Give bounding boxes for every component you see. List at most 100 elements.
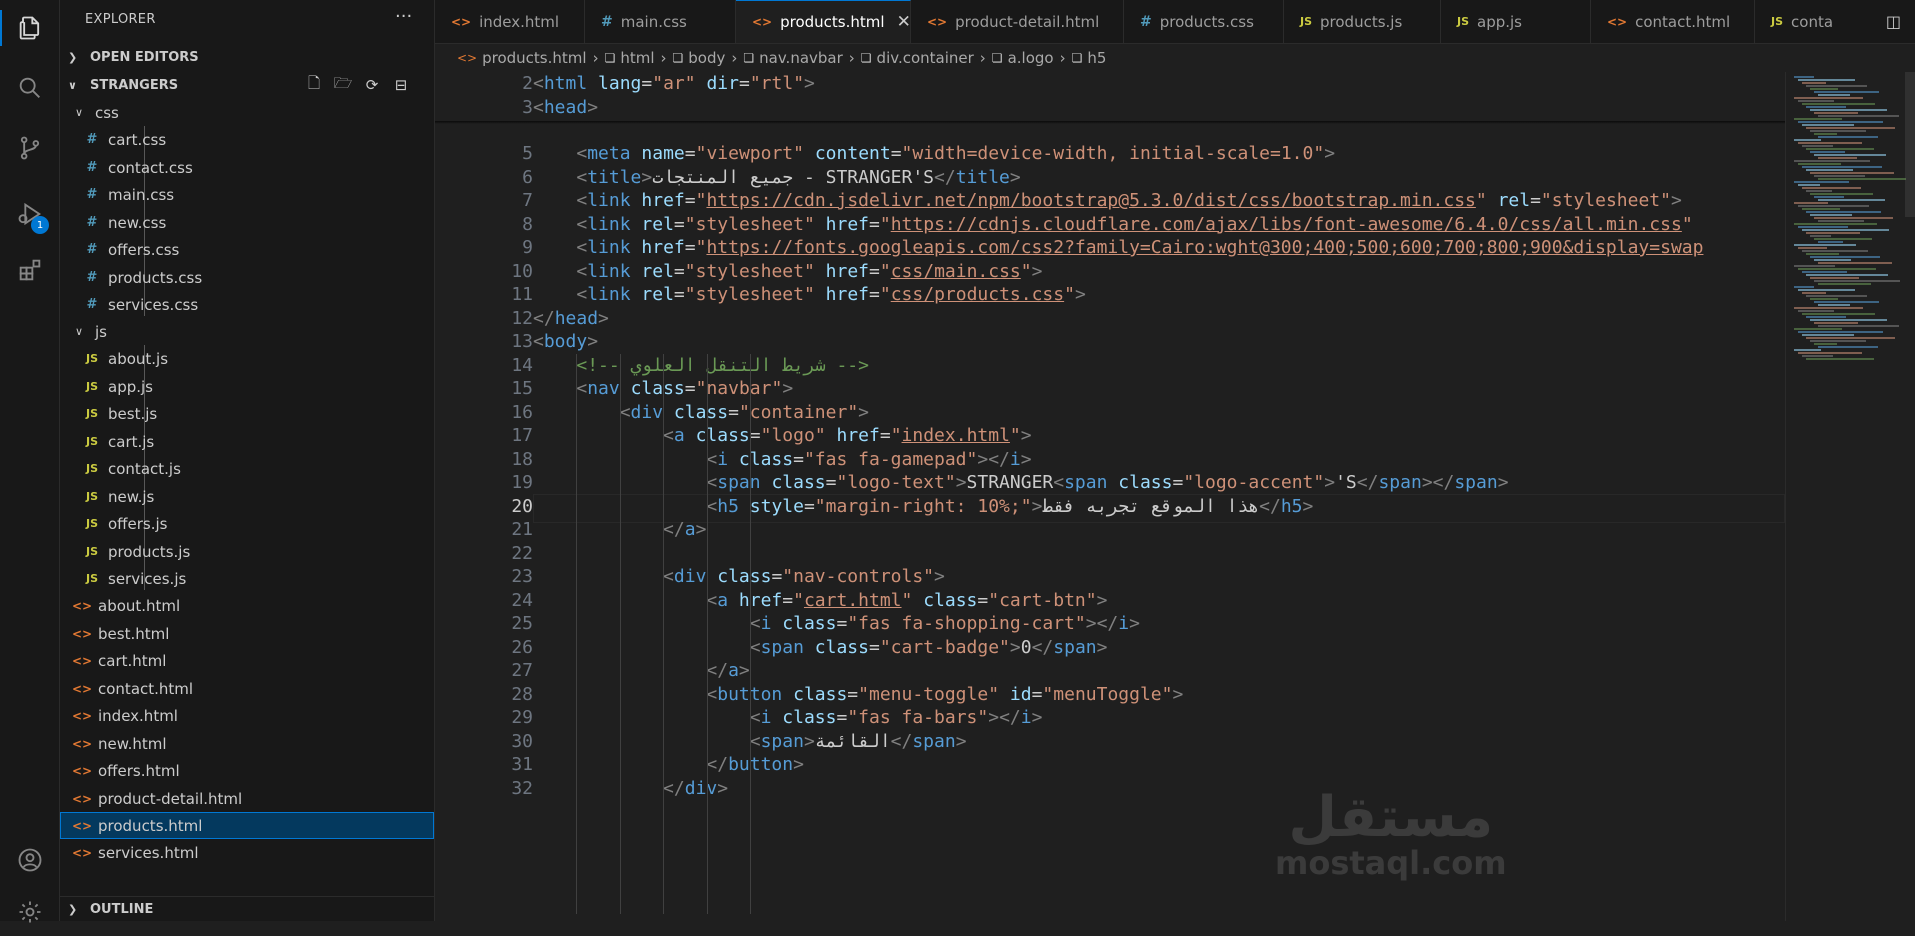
code-line[interactable]: 5 <meta name="viewport" content="width=d… [435,142,1785,166]
file-item-selected[interactable]: <> products.html [60,812,434,839]
file-item[interactable]: <> product-detail.html [60,785,434,812]
file-item[interactable]: JS contact.js [60,455,434,482]
split-editor-icon[interactable]: ◫ [1851,0,1901,43]
code-line[interactable]: 11 <link rel="stylesheet" href="css/prod… [435,283,1785,307]
file-item[interactable]: <> best.html [60,620,434,647]
open-editors-section[interactable]: ❯ OPEN EDITORS [60,45,434,69]
code-line[interactable]: 31 </button> [435,753,1785,777]
new-file-icon[interactable]: 🗋 [305,74,323,94]
code-line[interactable]: 24 <a href="cart.html" class="cart-btn"> [435,589,1785,613]
breadcrumb-item[interactable]: nav.navbar [759,49,843,67]
code-line[interactable]: 12 </head> [435,307,1785,331]
code-line[interactable]: 16 <div class="container"> [435,401,1785,425]
file-item[interactable]: # main.css [60,181,434,208]
code-line[interactable]: 22 [435,542,1785,566]
breadcrumb: <> products.html › ❏ html › ❏ body › ❏ nav.n… [435,44,1915,71]
tab-main-css[interactable]: # main.css [585,0,736,43]
minimap-line [1794,349,1821,351]
code-line[interactable]: 27 </a> [435,659,1785,683]
file-label: new.html [98,734,167,753]
breadcrumb-item[interactable]: h5 [1087,49,1106,67]
code-line[interactable]: 7 <link href="https://cdn.jsdelivr.net/n… [435,189,1785,213]
code-line[interactable]: 19 <span class="logo-text">STRANGER<span… [435,471,1785,495]
tab-app-js[interactable]: JS app.js [1441,0,1591,43]
tab-index-html[interactable]: <> index.html [435,0,585,43]
more-actions-icon[interactable]: ··· [395,6,412,27]
file-item[interactable]: JS services.js [60,565,434,592]
code-line[interactable]: 15 <nav class="navbar"> [435,377,1785,401]
tab-contact-js[interactable]: JS conta [1755,0,1865,43]
breadcrumb-item[interactable]: products.html [482,49,586,67]
breadcrumb-item[interactable]: html [620,49,654,67]
code-line[interactable]: 30 <span>القائمة</span> [435,730,1785,754]
collapse-all-icon[interactable]: ⊟ [392,76,410,94]
file-item[interactable]: # cart.css [60,126,434,153]
source-control-icon[interactable] [0,124,59,172]
code-line[interactable]: 23 <div class="nav-controls"> [435,565,1785,589]
file-label: cart.css [108,130,167,149]
code-editor[interactable]: 2 <html lang="ar" dir="rtl"> 3 <head> 5 <met… [435,72,1785,921]
code-line[interactable]: 18 <i class="fas fa-gamepad"></i> [435,448,1785,472]
file-item[interactable]: # services.css [60,291,434,318]
scrollbar-thumb[interactable] [1905,72,1915,217]
file-item[interactable]: JS new.js [60,483,434,510]
minimap-line [1818,262,1892,264]
file-item[interactable]: <> contact.html [60,675,434,702]
file-item[interactable]: JS cart.js [60,428,434,455]
code-line[interactable]: 21 </a> [435,518,1785,542]
tab-product-detail-html[interactable]: <> product-detail.html [911,0,1124,43]
file-item[interactable]: JS best.js [60,400,434,427]
code-line[interactable]: 14 <!-- شريط التنقل العلوي --> [435,354,1785,378]
tab-products-css[interactable]: # products.css [1124,0,1284,43]
folder-js[interactable]: ∨ js [60,318,434,345]
file-item[interactable]: <> services.html [60,839,434,866]
settings-icon[interactable] [0,888,59,936]
account-icon[interactable] [0,836,59,884]
minimap[interactable] [1785,72,1915,921]
code-line[interactable]: 9 <link href="https://fonts.googleapis.c… [435,236,1785,260]
file-item[interactable]: JS app.js [60,373,434,400]
tab-products-js[interactable]: JS products.js [1284,0,1441,43]
file-item[interactable]: <> offers.html [60,757,434,784]
breadcrumb-item[interactable]: a.logo [1008,49,1054,67]
folder-css[interactable]: ∨ css [60,99,434,126]
code-line[interactable]: 17 <a class="logo" href="index.html"> [435,424,1785,448]
search-icon[interactable] [0,64,59,112]
breadcrumb-item[interactable]: body [688,49,725,67]
file-item[interactable]: JS offers.js [60,510,434,537]
run-debug-icon[interactable]: 1 [0,190,59,238]
code-line[interactable]: 10 <link rel="stylesheet" href="css/main… [435,260,1785,284]
code-line[interactable]: 32 </div> [435,777,1785,801]
new-folder-icon[interactable]: 🗁 [334,74,353,94]
file-item[interactable]: <> cart.html [60,647,434,674]
breadcrumb-item[interactable]: div.container [877,49,974,67]
tab-products-html[interactable]: <> products.html ✕ [736,0,911,43]
file-item[interactable]: JS products.js [60,538,434,565]
code-line[interactable]: 8 <link rel="stylesheet" href="https://c… [435,213,1785,237]
refresh-icon[interactable]: ⟳ [363,76,381,94]
file-item[interactable]: # offers.css [60,236,434,263]
file-item[interactable]: <> new.html [60,730,434,757]
file-item[interactable]: <> about.html [60,592,434,619]
file-item[interactable]: # new.css [60,209,434,236]
file-item[interactable]: JS about.js [60,345,434,372]
code-line[interactable]: 26 <span class="cart-badge">0</span> [435,636,1785,660]
outline-section[interactable]: ❯ OUTLINE [60,896,434,921]
code-line[interactable]: 25 <i class="fas fa-shopping-cart"></i> [435,612,1785,636]
element-icon: ❏ [743,50,755,65]
code-line[interactable]: 29 <i class="fas fa-bars"></i> [435,706,1785,730]
line-number: 18 [511,448,533,470]
close-icon[interactable]: ✕ [897,12,911,32]
code-line[interactable]: 3 <head> [435,96,1785,120]
code-line[interactable]: 2 <html lang="ar" dir="rtl"> [435,72,1785,96]
file-item[interactable]: # products.css [60,264,434,291]
tab-contact-html[interactable]: <> contact.html [1591,0,1755,43]
extensions-icon[interactable] [0,246,59,294]
code-line[interactable]: 13 <body> [435,330,1785,354]
file-item[interactable]: # contact.css [60,154,434,181]
file-item[interactable]: <> index.html [60,702,434,729]
code-line[interactable]: 6 <title>جميع المنتجات - STRANGER'S</tit… [435,166,1785,190]
code-line[interactable]: 20 <h5 style="margin-right: 10%;">هذا ال… [435,495,1785,519]
code-line[interactable]: 28 <button class="menu-toggle" id="menuT… [435,683,1785,707]
explorer-icon[interactable] [0,4,59,52]
